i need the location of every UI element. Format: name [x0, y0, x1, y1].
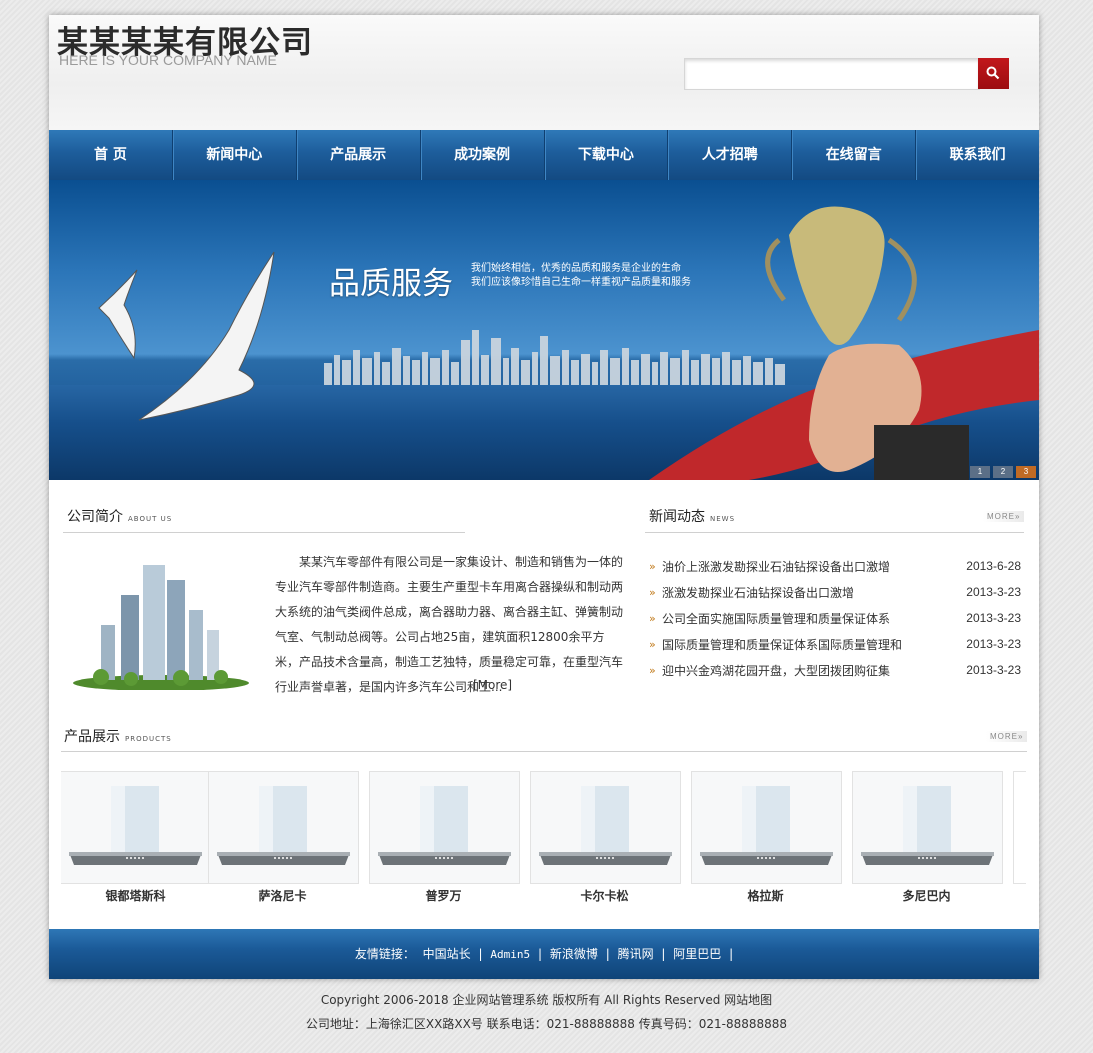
- search-icon: [986, 66, 1000, 80]
- product-card[interactable]: [369, 771, 520, 884]
- news-title-en: NEWS: [710, 515, 736, 523]
- nav-item-downloads[interactable]: 下载中心: [545, 130, 669, 180]
- footer-links-bar: 友情链接： 中国站长 | Admin5 | 新浪微博 | 腾讯网 | 阿里巴巴 …: [49, 929, 1039, 979]
- nav-item-news[interactable]: 新闻中心: [173, 130, 297, 180]
- range-hood-image: [853, 772, 1002, 883]
- search-input[interactable]: [684, 58, 980, 90]
- about-divider: [63, 532, 465, 533]
- products-divider: [61, 751, 1027, 752]
- nav-item-contact[interactable]: 联系我们: [916, 130, 1039, 180]
- range-hood-image: [61, 772, 210, 883]
- footer-links-label: 友情链接：: [354, 947, 415, 961]
- footer-link-separator: |: [537, 947, 543, 961]
- range-hood-image: [209, 772, 358, 883]
- banner-title: 品质服务: [329, 266, 453, 302]
- search-button[interactable]: [978, 58, 1009, 89]
- products-section-title: 产品展示 PRODUCTS: [64, 726, 172, 746]
- news-item[interactable]: » 迎中兴金鸡湖花园开盘，大型团拨团购征集 2013-3-23: [649, 657, 1024, 683]
- banner-subtitle: 我们始终相信，优秀的品质和服务是企业的生命 我们应该像珍惜自己生命一样重视产品质…: [471, 262, 691, 290]
- page-container: 某某某某有限公司 HERE IS YOUR COMPANY NAME 首 页 新…: [49, 15, 1039, 979]
- news-item[interactable]: » 国际质量管理和质量保证体系国际质量管理和 2013-3-23: [649, 631, 1024, 657]
- bullet-icon: »: [649, 585, 656, 599]
- products-title-en: PRODUCTS: [125, 735, 172, 743]
- bullet-icon: »: [649, 663, 656, 677]
- news-title-cn: 新闻动态: [649, 509, 705, 525]
- footer-link-separator: |: [729, 947, 734, 961]
- nav-item-messages[interactable]: 在线留言: [792, 130, 917, 180]
- bullet-icon: »: [649, 611, 656, 625]
- footer-link-weibo[interactable]: 新浪微博: [550, 947, 598, 961]
- bullet-icon: »: [649, 637, 656, 651]
- slide-pagination: 1 2 3: [970, 466, 1036, 478]
- nav-item-home[interactable]: 首 页: [49, 130, 173, 180]
- news-item[interactable]: » 涨激发勘探业石油钻探设备出口激增 2013-3-23: [649, 579, 1024, 605]
- news-item-title[interactable]: 公司全面实施国际质量管理和质量保证体系: [662, 610, 912, 627]
- address-text: 公司地址：上海徐汇区XX路XX号 联系电话：021-88888888 传真号码：…: [305, 1017, 788, 1031]
- hero-banner[interactable]: 品质服务 我们始终相信，优秀的品质和服务是企业的生命 我们应该像珍惜自己生命一样…: [49, 180, 1039, 480]
- footer-link-qq[interactable]: 腾讯网: [618, 947, 654, 961]
- range-hood-image: [531, 772, 680, 883]
- product-card[interactable]: [208, 771, 359, 884]
- bullet-icon: »: [649, 559, 656, 573]
- product-name[interactable]: 格拉斯: [691, 887, 840, 904]
- footer-link-separator: |: [605, 947, 610, 961]
- site-header: 某某某某有限公司 HERE IS YOUR COMPANY NAME: [49, 15, 1039, 130]
- product-name[interactable]: 银都塔斯科: [61, 887, 210, 904]
- copyright-text: Copyright 2006-2018 企业网站管理系统 版权所有 All Ri…: [320, 993, 773, 1007]
- news-divider: [645, 532, 1024, 533]
- products-more-link[interactable]: MORE»: [986, 731, 1028, 742]
- product-name[interactable]: 萨洛尼卡: [208, 887, 357, 904]
- seagull-graphic: [98, 251, 275, 421]
- product-card[interactable]: [852, 771, 1003, 884]
- banner-subtitle-line1: 我们始终相信，优秀的品质和服务是企业的生命: [471, 263, 681, 274]
- nav-item-cases[interactable]: 成功案例: [421, 130, 545, 180]
- news-item-title[interactable]: 迎中兴金鸡湖花园开盘，大型团拨团购征集: [662, 662, 912, 679]
- range-hood-image: [692, 772, 841, 883]
- products-title-cn: 产品展示: [64, 729, 120, 745]
- nav-item-jobs[interactable]: 人才招聘: [668, 130, 793, 180]
- slide-dot-2[interactable]: 2: [993, 466, 1013, 478]
- slide-dot-3[interactable]: 3: [1016, 466, 1036, 478]
- news-item[interactable]: » 油价上涨激发勘探业石油钻探设备出口激增 2013-6-28: [649, 553, 1024, 579]
- product-card[interactable]: [61, 771, 211, 884]
- trophy-image: [649, 206, 1039, 480]
- news-item-title[interactable]: 涨激发勘探业石油钻探设备出口激增: [662, 584, 912, 601]
- about-title-en: ABOUT US: [128, 515, 173, 523]
- city-skyline-image: [98, 206, 1039, 480]
- banner-subtitle-line2: 我们应该像珍惜自己生命一样重视产品质量和服务: [471, 277, 691, 288]
- company-logo-subtitle: HERE IS YOUR COMPANY NAME: [59, 52, 277, 68]
- about-section-title: 公司简介 ABOUT US: [67, 506, 172, 526]
- product-name[interactable]: 卡尔卡松: [530, 887, 679, 904]
- main-nav: 首 页 新闻中心 产品展示 成功案例 下载中心 人才招聘 在线留言 联系我们: [49, 130, 1039, 180]
- news-item-title[interactable]: 油价上涨激发勘探业石油钻探设备出口激增: [662, 558, 912, 575]
- news-more-link[interactable]: MORE»: [983, 511, 1025, 522]
- news-section-title: 新闻动态 NEWS: [649, 506, 735, 526]
- range-hood-image: [370, 772, 519, 883]
- about-text: 某某汽车零部件有限公司是一家集设计、制造和销售为一体的专业汽车零部件制造商。主要…: [275, 550, 627, 700]
- footer-link-separator: |: [661, 947, 666, 961]
- about-more-link[interactable]: [More]: [473, 675, 512, 695]
- footer-link-alibaba[interactable]: 阿里巴巴: [673, 947, 721, 961]
- footer-link-admin5[interactable]: Admin5: [490, 948, 530, 961]
- footer-link-chinaz[interactable]: 中国站长: [423, 947, 471, 961]
- slide-dot-1[interactable]: 1: [970, 466, 990, 478]
- about-title-cn: 公司简介: [67, 509, 123, 525]
- news-item-date: 2013-3-23: [966, 585, 1021, 599]
- news-item-date: 2013-3-23: [966, 663, 1021, 677]
- product-card[interactable]: [530, 771, 681, 884]
- footer-link-separator: |: [478, 947, 483, 961]
- product-name[interactable]: 普罗万: [369, 887, 518, 904]
- about-paragraph: 某某汽车零部件有限公司是一家集设计、制造和销售为一体的专业汽车零部件制造商。主要…: [275, 555, 624, 694]
- product-card-partial[interactable]: [1013, 771, 1026, 884]
- news-item-date: 2013-3-23: [966, 611, 1021, 625]
- news-item[interactable]: » 公司全面实施国际质量管理和质量保证体系 2013-3-23: [649, 605, 1024, 631]
- nav-item-products[interactable]: 产品展示: [297, 130, 421, 180]
- product-name[interactable]: 多尼巴内: [852, 887, 1001, 904]
- news-item-date: 2013-3-23: [966, 637, 1021, 651]
- product-card[interactable]: [691, 771, 842, 884]
- company-building-image: [73, 565, 249, 690]
- news-list: » 油价上涨激发勘探业石油钻探设备出口激增 2013-6-28 » 涨激发勘探业…: [649, 553, 1024, 683]
- news-item-date: 2013-6-28: [966, 559, 1021, 573]
- news-item-title[interactable]: 国际质量管理和质量保证体系国际质量管理和: [662, 636, 912, 653]
